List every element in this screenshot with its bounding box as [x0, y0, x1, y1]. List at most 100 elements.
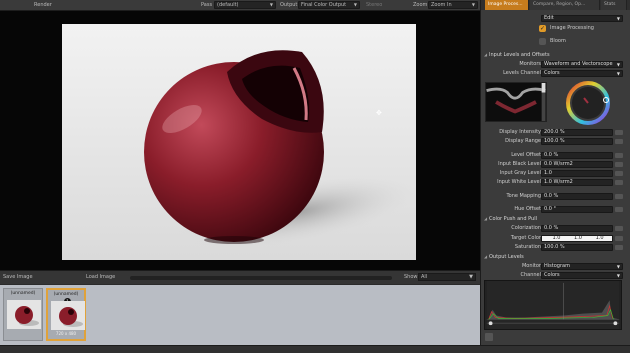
input-white-label: Input White Level: [497, 179, 541, 185]
colorization-field[interactable]: 0.0 %: [541, 225, 613, 232]
monitor-label: Monitor: [521, 263, 541, 269]
slider-button[interactable]: [615, 171, 623, 176]
display-intensity-row: Display Intensity 200.0 %: [481, 128, 627, 137]
display-intensity-field[interactable]: 200.0 %: [541, 129, 613, 136]
pass-label: Pass: [201, 2, 213, 8]
tone-mapping-label: Tone Mapping: [506, 193, 541, 199]
slider-button[interactable]: [615, 245, 623, 250]
zoom-dropdown[interactable]: Zoom In ▼: [428, 1, 478, 9]
color-picker-button[interactable]: [615, 236, 623, 241]
chevron-down-icon: ▼: [616, 71, 620, 76]
show-value: All: [421, 274, 428, 280]
rendered-image: [62, 24, 416, 260]
display-intensity-label: Display Intensity: [499, 129, 541, 135]
tab-image-processing[interactable]: Image Proces...: [485, 0, 529, 10]
add-button[interactable]: [485, 333, 493, 341]
chevron-down-icon: ▼: [616, 62, 620, 67]
save-image-button[interactable]: Save Image: [3, 274, 33, 280]
target-color-field[interactable]: 1.0 1.0 1.0: [541, 235, 613, 242]
window-title: Render: [34, 2, 52, 8]
section-color-push[interactable]: ◢ Color Push and Pull: [481, 215, 627, 223]
tone-mapping-row: Tone Mapping 0.0 %: [481, 192, 627, 201]
slider-button[interactable]: [615, 207, 623, 212]
stereo-label: Stereo: [366, 2, 383, 8]
zoom-label: Zoom: [413, 2, 428, 8]
section-title: Color Push and Pull: [489, 216, 537, 222]
chevron-down-icon: ▼: [471, 2, 475, 7]
image-controls-bar: Save Image Load Image Show All ▼: [0, 270, 480, 284]
channel-dropdown[interactable]: Colors ▼: [541, 272, 623, 279]
slider-button[interactable]: [615, 153, 623, 158]
section-input-levels[interactable]: ◢ Input Levels and Offsets: [481, 51, 627, 59]
slider-button[interactable]: [615, 180, 623, 185]
collapse-triangle-icon: ◢: [484, 52, 488, 57]
status-bar: [0, 345, 630, 353]
hue-offset-row: Hue Offset 0.0 °: [481, 205, 627, 214]
effect-value: Edit: [544, 15, 554, 21]
render-viewport[interactable]: ✥: [0, 11, 480, 270]
slider-button[interactable]: [615, 194, 623, 199]
collapse-triangle-icon: ◢: [484, 216, 488, 221]
move-cursor-icon: ✥: [376, 109, 382, 117]
slider-button[interactable]: [615, 130, 623, 135]
output-value: Final Color Output: [301, 2, 347, 8]
display-range-field[interactable]: 100.0 %: [541, 138, 613, 145]
levels-channel-row: Levels Channel Colors ▼: [481, 69, 627, 78]
tab-stats[interactable]: Stats: [601, 0, 627, 10]
tab-compare[interactable]: Compare, Region, Op...: [530, 0, 600, 10]
input-gray-row: Input Gray Level 1.0: [481, 169, 627, 178]
show-dropdown[interactable]: All ▼: [418, 273, 476, 281]
thumbnail-label: (unnamed): [10, 291, 36, 296]
pass-value: (default): [217, 2, 239, 8]
panel-tabs: Image Proces... Compare, Region, Op... S…: [481, 0, 630, 10]
show-label: Show: [404, 274, 418, 280]
input-black-field[interactable]: 0.0 W/srm2: [541, 161, 613, 168]
pass-dropdown[interactable]: (default) ▼: [214, 1, 276, 9]
section-output-levels[interactable]: ◢ Output Levels: [481, 253, 627, 261]
levels-channel-label: Levels Channel: [503, 70, 541, 76]
section-title: Input Levels and Offsets: [489, 52, 550, 58]
bloom-checkbox[interactable]: [539, 38, 546, 45]
display-range-label: Display Range: [505, 138, 541, 144]
chevron-down-icon: ▼: [469, 274, 473, 280]
vectorscope-wheel: [566, 81, 610, 125]
slider-button[interactable]: [615, 139, 623, 144]
thumbnail-size: 720 x 480: [55, 331, 77, 336]
thumbnail-image: [51, 301, 85, 330]
monitors-value: Waveform and Vectorscope: [544, 61, 613, 67]
histogram-monitor: [484, 280, 622, 330]
image-processing-checkbox[interactable]: ✓: [539, 25, 546, 32]
tone-mapping-field[interactable]: 0.0 %: [541, 193, 613, 200]
monitor-value: Histogram: [544, 263, 570, 269]
load-image-button[interactable]: Load Image: [86, 274, 115, 280]
monitors-dropdown[interactable]: Waveform and Vectorscope ▼: [541, 61, 623, 68]
monitor-dropdown[interactable]: Histogram ▼: [541, 263, 623, 270]
channel-value: Colors: [544, 272, 560, 278]
thumbnail-size-slider[interactable]: [130, 276, 392, 280]
target-color-b: 1.0: [595, 235, 604, 241]
waveform-monitor: [485, 82, 547, 122]
input-gray-field[interactable]: 1.0: [541, 170, 613, 177]
target-color-r: 1.0: [552, 235, 561, 241]
slider-button[interactable]: [615, 226, 623, 231]
hue-offset-field[interactable]: 0.0 °: [541, 206, 613, 213]
output-dropdown[interactable]: Final Color Output ▼: [298, 1, 360, 9]
thumbnail-item[interactable]: (unnamed): [3, 288, 43, 341]
stereo-toggle[interactable]: Stereo: [366, 2, 382, 8]
slider-button[interactable]: [615, 162, 623, 167]
target-color-label: Target Color: [510, 235, 541, 241]
saturation-field[interactable]: 100.0 %: [541, 244, 613, 251]
level-offset-row: Level Offset 0.0 %: [481, 151, 627, 160]
input-black-row: Input Black Level 0.0 W/srm2: [481, 160, 627, 169]
thumbnail-item[interactable]: (unnamed) 1 720 x 480: [46, 288, 86, 341]
effect-dropdown[interactable]: Edit ▼: [541, 15, 623, 22]
input-white-field[interactable]: 1.0 W/srm2: [541, 179, 613, 186]
levels-channel-dropdown[interactable]: Colors ▼: [541, 70, 623, 77]
level-offset-field[interactable]: 0.0 %: [541, 152, 613, 159]
image-thumbnail-strip: (unnamed) (unnamed) 1 720 x 480: [0, 285, 480, 345]
chevron-down-icon: ▼: [353, 2, 357, 7]
output-label: Output: [280, 2, 298, 8]
image-processing-row: ✓ Image Processing: [481, 24, 627, 33]
colorization-label: Colorization: [511, 225, 541, 231]
display-range-row: Display Range 100.0 %: [481, 137, 627, 146]
